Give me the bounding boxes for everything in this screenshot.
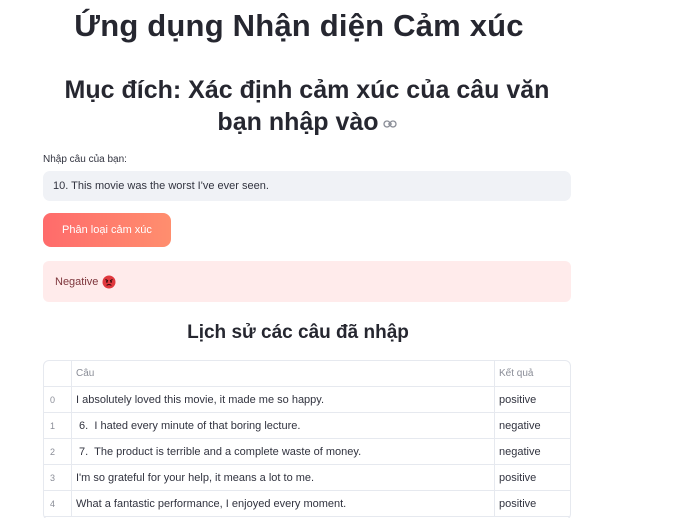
row-result: positive [494,490,570,517]
column-header-index[interactable] [44,361,72,387]
row-sentence: 7. The product is terrible and a complet… [71,438,495,465]
row-index: 4 [44,490,72,517]
link-icon[interactable] [382,105,397,137]
row-index: 2 [44,438,72,465]
row-result: negative [494,412,570,439]
table-row[interactable]: 3 I'm so grateful for your help, it means… [44,464,570,491]
table-row[interactable]: 2 7. The product is terrible and a compl… [44,438,570,465]
table-row[interactable]: 1 6. I hated every minute of that boring… [44,412,570,439]
row-sentence: I'm so grateful for your help, it means … [71,464,495,491]
sentence-input[interactable] [43,171,571,201]
result-alert: Negative [43,261,571,302]
row-sentence: 6. I hated every minute of that boring l… [71,412,495,439]
history-table: Câu Kết quả 0I absolutely loved this mov… [43,360,571,518]
table-header-row: Câu Kết quả [44,361,570,387]
row-sentence: I absolutely loved this movie, it made m… [71,386,495,413]
row-index: 0 [44,386,72,413]
table-row[interactable]: 4 What a fantastic performance, I enjoyed… [44,490,570,517]
row-result: positive [494,386,570,413]
sentence-input-label: Nhập câu của bạn: [43,154,127,165]
row-result: negative [494,438,570,465]
row-index: 3 [44,464,72,491]
column-header-result[interactable]: Kết quả [494,361,570,387]
column-header-sentence[interactable]: Câu [71,361,495,387]
page-title: Ứng dụng Nhận diện Cảm xúc [74,8,524,43]
history-title: Lịch sử các câu đã nhập [187,322,409,343]
app-page: Ứng dụng Nhận diện Cảm xúc Mục đích: Xác… [0,0,698,518]
row-result: positive [494,464,570,491]
page-subtitle: Mục đích: Xác định cảm xúc của câu văn b… [43,74,571,139]
row-index: 1 [44,412,72,439]
angry-face-icon [102,275,116,289]
subtitle-text: Mục đích: Xác định cảm xúc của câu văn b… [64,76,550,136]
table-row[interactable]: 0I absolutely loved this movie, it made … [44,386,570,413]
row-sentence: What a fantastic performance, I enjoyed … [71,490,495,517]
result-text: Negative [55,275,99,288]
classify-emotion-button[interactable]: Phân loại cảm xúc [43,213,171,247]
